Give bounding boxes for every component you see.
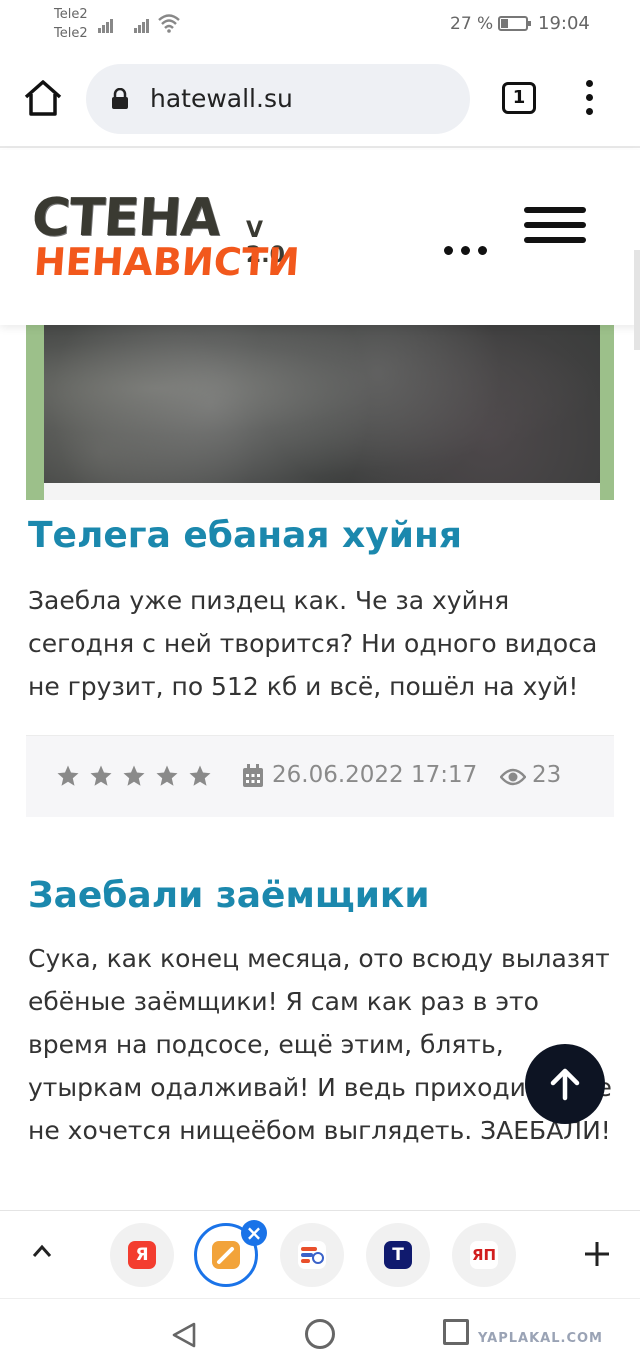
recent-apps-icon[interactable] — [443, 1319, 469, 1345]
system-nav-bar: YAPLAKAL.COM — [0, 1298, 640, 1371]
logo-line-2: НЕНАВИСТИ — [32, 240, 301, 284]
browser-toolbar: hatewall.su 1 — [0, 50, 640, 148]
post-body: Заебла уже пиздец как. Че за хуйня сегод… — [28, 586, 598, 701]
hamburger-icon[interactable] — [524, 207, 586, 243]
signal-icon — [134, 14, 150, 33]
brush-app-icon — [212, 1241, 240, 1269]
star-icon[interactable] — [89, 764, 113, 788]
post-meta: 26.06.2022 17:17 23 — [26, 735, 614, 817]
signal-icon — [98, 14, 114, 33]
lock-icon — [112, 88, 128, 109]
star-icon[interactable] — [155, 764, 179, 788]
more-horiz-icon[interactable] — [444, 246, 488, 256]
yap-app-icon: ЯП — [470, 1241, 498, 1269]
calendar-icon — [243, 764, 263, 787]
tab-yandex[interactable]: Я — [110, 1223, 174, 1287]
logo-line-1: СТЕНА — [29, 188, 223, 248]
rating-stars[interactable] — [56, 764, 221, 792]
clock: 19:04 — [538, 13, 590, 34]
star-icon[interactable] — [56, 764, 80, 788]
page-scrollbar[interactable] — [634, 250, 640, 350]
more-vert-icon[interactable] — [580, 80, 600, 116]
view-count: 23 — [532, 762, 562, 788]
battery-level — [501, 19, 509, 28]
carrier-2: Tele2 — [54, 26, 88, 41]
t-app-icon: T — [384, 1241, 412, 1269]
url-text: hatewall.su — [150, 84, 293, 113]
chevron-up-icon[interactable] — [30, 1241, 54, 1261]
site-header: СТЕНА V 2.0 НЕНАВИСТИ — [0, 150, 640, 325]
address-bar[interactable]: hatewall.su — [86, 64, 470, 134]
tab-active[interactable]: × — [194, 1220, 267, 1287]
news-app-icon — [298, 1241, 326, 1269]
status-bar: Tele2 Tele2 27 % 19:04 — [0, 0, 640, 50]
post-date: 26.06.2022 17:17 — [272, 762, 478, 788]
home-circle-icon[interactable] — [305, 1319, 335, 1349]
carrier-1: Tele2 — [54, 7, 88, 22]
close-tab-icon[interactable]: × — [241, 1220, 267, 1246]
post-title[interactable]: Заебали заёмщики — [28, 875, 430, 916]
plus-icon[interactable] — [582, 1239, 612, 1269]
battery-icon — [498, 16, 531, 31]
post-image[interactable] — [26, 325, 614, 500]
wifi-icon — [158, 14, 180, 33]
eye-icon — [500, 768, 526, 786]
tab-yap[interactable]: ЯП — [452, 1223, 516, 1287]
tab-strip: Я × T ЯП — [0, 1210, 640, 1298]
scroll-to-top-button[interactable] — [525, 1044, 605, 1124]
blurred-image — [44, 325, 600, 483]
arrow-up-icon — [550, 1068, 580, 1101]
star-icon[interactable] — [188, 764, 212, 788]
home-icon[interactable] — [22, 78, 64, 118]
back-icon[interactable] — [170, 1321, 198, 1349]
tab-t[interactable]: T — [366, 1223, 430, 1287]
star-icon[interactable] — [122, 764, 146, 788]
site-logo[interactable]: СТЕНА V 2.0 НЕНАВИСТИ — [29, 188, 302, 288]
tab-news[interactable] — [280, 1223, 344, 1287]
post-title[interactable]: Телега ебаная хуйня — [28, 515, 462, 556]
yandex-icon: Я — [128, 1241, 156, 1269]
watermark: YAPLAKAL.COM — [478, 1331, 603, 1346]
post-body: Сука, как конец месяца, ото всюду вылазя… — [28, 944, 612, 1145]
battery-percent: 27 % — [450, 14, 494, 34]
tab-switcher-button[interactable]: 1 — [502, 82, 536, 114]
